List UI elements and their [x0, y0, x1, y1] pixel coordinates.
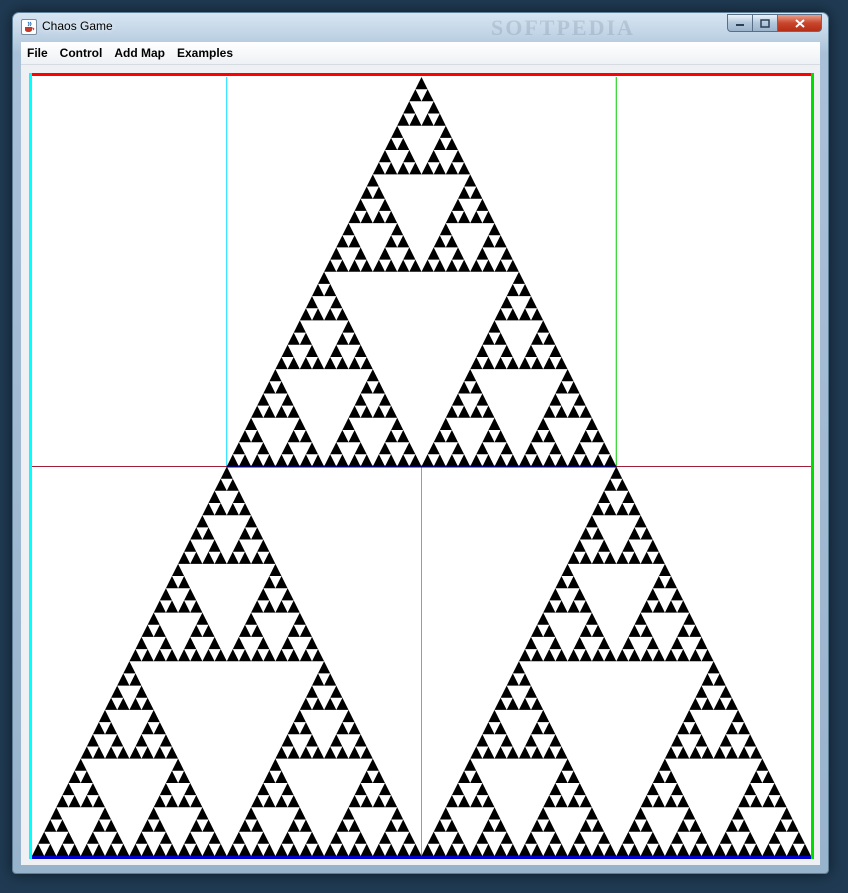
menu-add-map[interactable]: Add Map — [108, 42, 171, 64]
menu-file[interactable]: File — [21, 42, 54, 64]
minimize-button[interactable] — [727, 14, 753, 32]
softpedia-watermark: SOFTPEDIA — [491, 15, 635, 40]
menu-examples[interactable]: Examples — [171, 42, 239, 64]
fractal-canvas[interactable] — [29, 73, 814, 859]
minimize-icon — [736, 24, 744, 26]
java-cup-icon[interactable] — [21, 19, 37, 35]
maximize-button[interactable] — [753, 14, 778, 32]
title-bar[interactable]: Chaos Game SOFTPEDIA — [13, 13, 828, 41]
close-icon — [794, 18, 805, 28]
menu-control[interactable]: Control — [54, 42, 109, 64]
maximize-icon — [760, 18, 770, 28]
sierpinski-fractal — [29, 73, 814, 859]
window-title: Chaos Game — [42, 19, 113, 33]
menu-bar: File Control Add Map Examples — [21, 42, 820, 65]
close-button[interactable] — [778, 14, 822, 32]
app-window: Chaos Game SOFTPEDIA File Control Add Ma… — [12, 12, 829, 874]
window-controls — [727, 14, 822, 33]
content-area — [21, 65, 820, 865]
